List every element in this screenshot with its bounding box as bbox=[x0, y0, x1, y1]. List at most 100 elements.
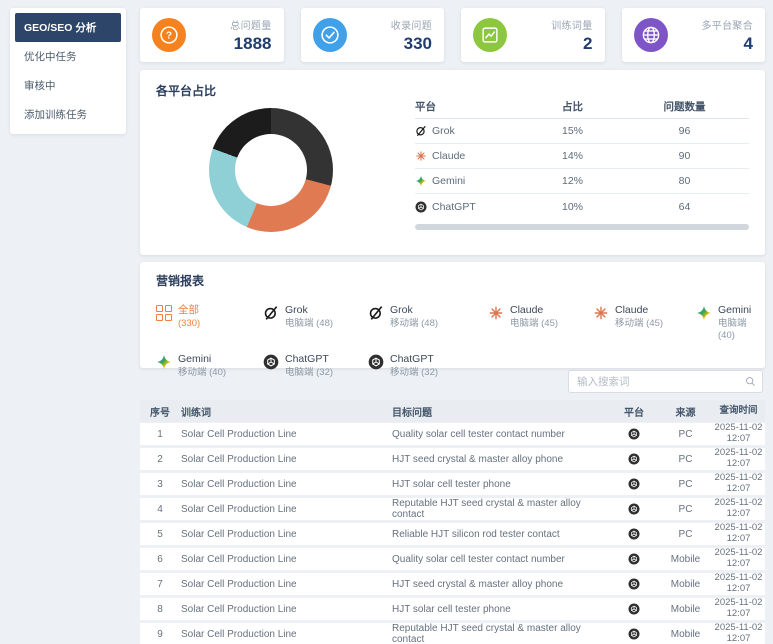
filter-chip-grok-mobile[interactable]: Grok 移动端 (48) bbox=[368, 304, 488, 342]
platform-table-scrollbar[interactable] bbox=[415, 224, 749, 230]
row-query-time: 2025-11-0212:07 bbox=[712, 523, 765, 545]
row-training-word: Solar Cell Production Line bbox=[180, 429, 391, 440]
col-query-time: 查询时间 bbox=[712, 406, 765, 417]
row-training-word: Solar Cell Production Line bbox=[180, 504, 391, 515]
chip-count: 移动端 (40) bbox=[178, 367, 226, 379]
row-query-time: 2025-11-0212:07 bbox=[712, 573, 765, 595]
panel-title: 营销报表 bbox=[156, 272, 749, 289]
chip-count: 电脑端 (40) bbox=[718, 318, 751, 343]
trend-icon bbox=[473, 18, 507, 52]
sidebar: GEO/SEO 分析 优化中任务 审核中 添加训练任务 bbox=[10, 8, 126, 134]
sidebar-item-add-training-task[interactable]: 添加训练任务 bbox=[15, 100, 121, 129]
stat-label: 收录问题 bbox=[391, 17, 432, 32]
platform-row-claude: Claude 14% 90 bbox=[415, 144, 749, 169]
chip-label: Grok bbox=[390, 304, 438, 318]
row-source: Mobile bbox=[659, 629, 712, 640]
chip-label: Gemini bbox=[178, 353, 226, 367]
platform-count: 90 bbox=[620, 150, 749, 162]
platform-name: Claude bbox=[432, 150, 465, 162]
col-source: 来源 bbox=[659, 404, 712, 419]
marketing-report-panel: 营销报表 全部 (330) Grok 电脑端 (48) Grok 移动端 (48… bbox=[140, 262, 765, 368]
stat-label: 训练词量 bbox=[551, 17, 592, 32]
platform-percent: 15% bbox=[525, 125, 620, 137]
sidebar-item-optimizing-tasks[interactable]: 优化中任务 bbox=[15, 42, 121, 71]
query-table-header: 序号 训练词 目标问题 平台 来源 查询时间 bbox=[140, 400, 765, 422]
row-target-question: HJT solar cell tester phone bbox=[391, 604, 609, 615]
platform-filter-chips: 全部 (330) Grok 电脑端 (48) Grok 移动端 (48) Cla… bbox=[156, 304, 749, 379]
row-target-question: Reliable HJT silicon rod tester contact bbox=[391, 529, 609, 540]
platform-name: Grok bbox=[432, 125, 455, 137]
row-source: Mobile bbox=[659, 604, 712, 615]
chip-label: ChatGPT bbox=[285, 353, 333, 367]
table-row: 4 Solar Cell Production Line Reputable H… bbox=[140, 498, 765, 520]
platform-share-panel: 各平台占比 平台 占比 问题数量 Grok 15% 96 Claude 14% … bbox=[140, 70, 765, 255]
table-row: 6 Solar Cell Production Line Quality sol… bbox=[140, 548, 765, 570]
row-training-word: Solar Cell Production Line bbox=[180, 479, 391, 490]
gemini-icon bbox=[696, 305, 712, 321]
row-query-time: 2025-11-0212:07 bbox=[712, 598, 765, 620]
claude-icon bbox=[488, 305, 504, 321]
chatgpt-icon bbox=[609, 528, 659, 540]
platform-name: Gemini bbox=[432, 175, 465, 187]
chatgpt-icon bbox=[609, 478, 659, 490]
row-no: 3 bbox=[140, 479, 180, 490]
platform-row-grok: Grok 15% 96 bbox=[415, 119, 749, 144]
stat-value: 330 bbox=[391, 34, 432, 54]
question-icon: ? bbox=[152, 18, 186, 52]
stat-card-indexed-questions: 收录问题 330 bbox=[301, 8, 445, 62]
chatgpt-icon bbox=[609, 553, 659, 565]
row-query-time: 2025-11-0212:07 bbox=[712, 498, 765, 520]
row-no: 1 bbox=[140, 429, 180, 440]
search-input[interactable] bbox=[568, 370, 763, 393]
gemini-icon bbox=[156, 354, 172, 370]
row-source: PC bbox=[659, 429, 712, 440]
filter-chip-gemini-mobile[interactable]: Gemini 移动端 (40) bbox=[156, 353, 263, 379]
platform-percent: 12% bbox=[525, 175, 620, 187]
row-training-word: Solar Cell Production Line bbox=[180, 579, 391, 590]
col-platform: 平台 bbox=[609, 404, 659, 419]
row-no: 9 bbox=[140, 629, 180, 640]
gemini-icon bbox=[415, 175, 427, 187]
row-target-question: HJT solar cell tester phone bbox=[391, 479, 609, 490]
filter-chip-chatgpt-pc[interactable]: ChatGPT 电脑端 (32) bbox=[263, 353, 368, 379]
chatgpt-icon bbox=[609, 578, 659, 590]
col-platform: 平台 bbox=[415, 99, 525, 114]
row-target-question: Reputable HJT seed crystal & master allo… bbox=[391, 623, 609, 644]
grid-icon bbox=[156, 305, 172, 321]
filter-chip-all[interactable]: 全部 (330) bbox=[156, 304, 263, 342]
filter-chip-gemini-pc[interactable]: Gemini 电脑端 (40) bbox=[696, 304, 751, 342]
sidebar-item-under-review[interactable]: 审核中 bbox=[15, 71, 121, 100]
filter-chip-claude-pc[interactable]: Claude 电脑端 (45) bbox=[488, 304, 593, 342]
stat-label: 总问题量 bbox=[230, 17, 271, 32]
chatgpt-icon bbox=[415, 201, 427, 213]
row-training-word: Solar Cell Production Line bbox=[180, 629, 391, 640]
row-source: Mobile bbox=[659, 554, 712, 565]
stat-value: 4 bbox=[702, 34, 754, 54]
globe-icon bbox=[634, 18, 668, 52]
chip-label: Claude bbox=[615, 304, 663, 318]
platform-count: 64 bbox=[620, 201, 749, 213]
donut-chart bbox=[209, 108, 333, 232]
col-no: 序号 bbox=[140, 404, 180, 419]
table-row: 2 Solar Cell Production Line HJT seed cr… bbox=[140, 448, 765, 470]
search-icon[interactable] bbox=[744, 375, 757, 388]
filter-chip-claude-mobile[interactable]: Claude 移动端 (45) bbox=[593, 304, 696, 342]
col-count: 问题数量 bbox=[620, 99, 749, 114]
row-query-time: 2025-11-0212:07 bbox=[712, 548, 765, 570]
platform-row-gemini: Gemini 12% 80 bbox=[415, 169, 749, 194]
row-no: 6 bbox=[140, 554, 180, 565]
chip-label: Claude bbox=[510, 304, 558, 318]
row-no: 8 bbox=[140, 604, 180, 615]
row-source: PC bbox=[659, 454, 712, 465]
chip-label: 全部 bbox=[178, 304, 200, 318]
platform-count: 96 bbox=[620, 125, 749, 137]
platform-count: 80 bbox=[620, 175, 749, 187]
chip-count: (330) bbox=[178, 318, 200, 330]
filter-chip-chatgpt-mobile[interactable]: ChatGPT 移动端 (32) bbox=[368, 353, 488, 379]
table-row: 1 Solar Cell Production Line Quality sol… bbox=[140, 423, 765, 445]
sidebar-item-geo-seo[interactable]: GEO/SEO 分析 bbox=[15, 13, 121, 42]
table-row: 7 Solar Cell Production Line HJT seed cr… bbox=[140, 573, 765, 595]
chatgpt-icon bbox=[609, 453, 659, 465]
stat-card-training-words: 训练词量 2 bbox=[461, 8, 605, 62]
filter-chip-grok-pc[interactable]: Grok 电脑端 (48) bbox=[263, 304, 368, 342]
